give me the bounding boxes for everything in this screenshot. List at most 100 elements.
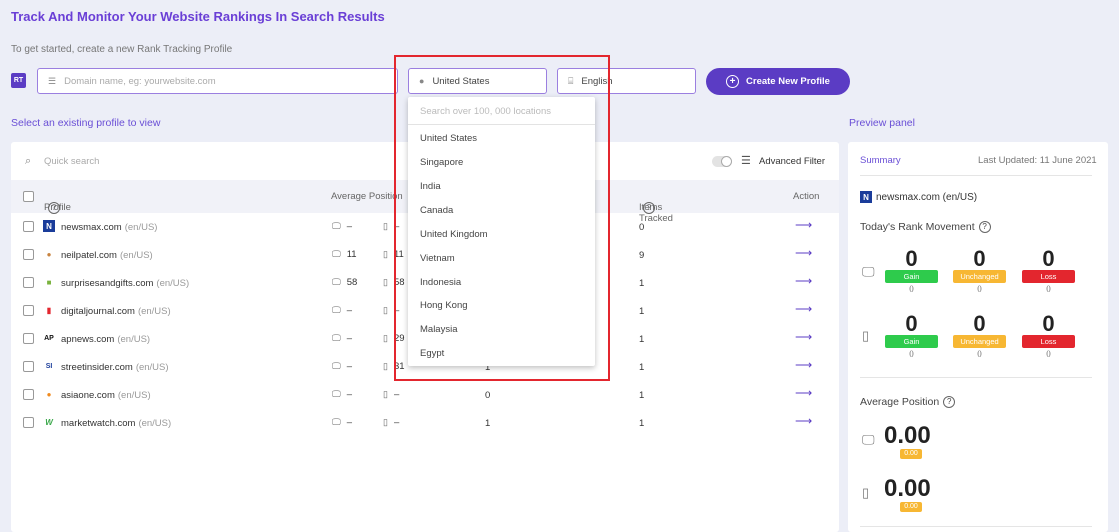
row-checkbox[interactable] — [23, 305, 34, 316]
desktop-icon: 🖵 — [332, 305, 341, 315]
help-icon[interactable]: ? — [943, 396, 956, 409]
table-row[interactable]: W marketwatch.com (en/US) 🖵 – ▯ – 1 1 ⟶ — [11, 409, 839, 437]
arrow-right-icon[interactable]: ⟶ — [795, 386, 812, 400]
create-profile-label: Create New Profile — [746, 76, 830, 87]
preview-domain: N newsmax.com (en/US) — [860, 191, 977, 203]
arrow-right-icon[interactable]: ⟶ — [795, 274, 812, 288]
desktop-position: 🖵 – — [332, 417, 352, 428]
asiaone-favicon: ● — [46, 389, 52, 399]
surprisesandgifts-favicon: ■ — [46, 277, 52, 287]
row-checkbox[interactable] — [23, 361, 34, 372]
apnews-favicon: AP — [44, 334, 54, 342]
rank-movement-title: Today's Rank Movement? — [860, 221, 991, 234]
row-checkbox[interactable] — [23, 389, 34, 400]
marketwatch-favicon: W — [45, 417, 53, 427]
col-avg-position: Average Position — [331, 191, 403, 202]
items-tracked: 9 — [639, 250, 645, 261]
desktop-position: 🖵 – — [332, 305, 352, 316]
items-tracked: 1 — [639, 418, 645, 429]
items-tracked: 1 — [639, 390, 645, 401]
row-domain: marketwatch.com (en/US) — [61, 418, 172, 429]
streetinsider-favicon: SI — [45, 362, 53, 370]
desktop-loss: 0 Loss 0 — [1022, 248, 1075, 294]
digitaljournal-favicon: ▮ — [46, 305, 52, 315]
domain-input[interactable]: ☰ Domain name, eg: yourwebsite.com — [37, 68, 398, 94]
create-profile-button[interactable]: + Create New Profile — [706, 68, 850, 95]
table-row[interactable]: ● asiaone.com (en/US) 🖵 – ▯ – 0 1 ⟶ — [11, 381, 839, 409]
desktop-icon: 🖵 — [332, 361, 341, 371]
row-checkbox[interactable] — [23, 221, 34, 232]
desktop-position: 🖵 – — [332, 361, 352, 372]
row-value: 0 — [485, 390, 491, 401]
row-domain: asiaone.com (en/US) — [61, 390, 151, 401]
mobile-icon: ▯ — [383, 417, 388, 427]
items-tracked: 0 — [639, 222, 645, 233]
mobile-position: ▯ – — [383, 389, 400, 400]
arrow-right-icon[interactable]: ⟶ — [795, 218, 812, 232]
mobile-loss: 0 Loss 0 — [1022, 313, 1075, 359]
page-subtitle: To get started, create a new Rank Tracki… — [11, 44, 233, 55]
desktop-icon: 🖵 — [332, 221, 341, 231]
page-title: Track And Monitor Your Website Rankings … — [11, 9, 385, 24]
filter-icon[interactable]: ☰ — [741, 154, 751, 167]
help-icon[interactable]: ? — [978, 221, 991, 234]
toggle-switch[interactable] — [712, 156, 732, 167]
divider — [860, 526, 1092, 527]
mobile-icon: ▯ — [383, 305, 388, 315]
row-checkbox[interactable] — [23, 333, 34, 344]
avg-mobile-value: 0.00 — [884, 475, 931, 502]
items-tracked: 1 — [639, 278, 645, 289]
items-tracked: 1 — [639, 362, 645, 373]
row-checkbox[interactable] — [23, 249, 34, 260]
arrow-right-icon[interactable]: ⟶ — [795, 358, 812, 372]
items-tracked: 1 — [639, 334, 645, 345]
avg-desktop-badge: 0.00 — [900, 449, 922, 459]
arrow-right-icon[interactable]: ⟶ — [795, 414, 812, 428]
row-checkbox[interactable] — [23, 277, 34, 288]
newsmax-favicon: N — [860, 191, 872, 203]
desktop-icon: 🖵 — [332, 249, 341, 259]
row-domain: newsmax.com (en/US) — [61, 222, 158, 233]
desktop-icon: 🖵 — [862, 264, 875, 279]
desktop-gain: 0 Gain 0 — [885, 248, 938, 294]
list-icon: ☰ — [48, 75, 57, 86]
items-tracked: 1 — [639, 306, 645, 317]
arrow-right-icon[interactable]: ⟶ — [795, 330, 812, 344]
mobile-icon: ▯ — [383, 221, 388, 231]
desktop-icon: 🖵 — [332, 277, 341, 287]
mobile-position: ▯ – — [383, 417, 400, 428]
desktop-position: 🖵 58 — [332, 277, 358, 288]
select-profile-label: Select an existing profile to view — [11, 117, 161, 129]
plus-icon: + — [726, 75, 740, 88]
arrow-right-icon[interactable]: ⟶ — [795, 302, 812, 316]
mobile-unchanged: 0 Unchanged 0 — [953, 313, 1006, 359]
domain-placeholder: Domain name, eg: yourwebsite.com — [64, 75, 216, 87]
select-all-checkbox[interactable] — [23, 191, 34, 202]
highlight-box — [394, 55, 610, 381]
desktop-position: 🖵 – — [332, 333, 352, 344]
summary-tab[interactable]: Summary — [860, 155, 901, 166]
rt-badge: RT — [11, 73, 26, 88]
divider — [860, 175, 1092, 176]
newsmax-favicon: N — [43, 220, 55, 232]
desktop-position: 🖵 – — [332, 389, 352, 400]
preview-panel-label: Preview panel — [849, 117, 915, 129]
last-updated: Last Updated: 11 June 2021 — [978, 155, 1097, 166]
mobile-icon: ▯ — [862, 328, 870, 343]
quick-search-input[interactable]: Quick search — [44, 156, 99, 167]
arrow-right-icon[interactable]: ⟶ — [795, 246, 812, 260]
preview-panel: Summary Last Updated: 11 June 2021 N new… — [848, 142, 1108, 532]
row-domain: surprisesandgifts.com (en/US) — [61, 278, 190, 289]
mobile-gain: 0 Gain 0 — [885, 313, 938, 359]
avg-position-title: Average Position? — [860, 396, 956, 409]
desktop-unchanged: 0 Unchanged 0 — [953, 248, 1006, 294]
avg-mobile-badge: 0.00 — [900, 502, 922, 512]
row-checkbox[interactable] — [23, 417, 34, 428]
desktop-icon: 🖵 — [332, 333, 341, 343]
col-action: Action — [793, 191, 820, 202]
neilpatel-favicon: ● — [46, 249, 52, 259]
row-domain: apnews.com (en/US) — [61, 334, 151, 345]
desktop-icon: 🖵 — [332, 389, 341, 399]
search-icon: ⌕ — [25, 155, 32, 167]
advanced-filter-button[interactable]: Advanced Filter — [759, 156, 825, 167]
